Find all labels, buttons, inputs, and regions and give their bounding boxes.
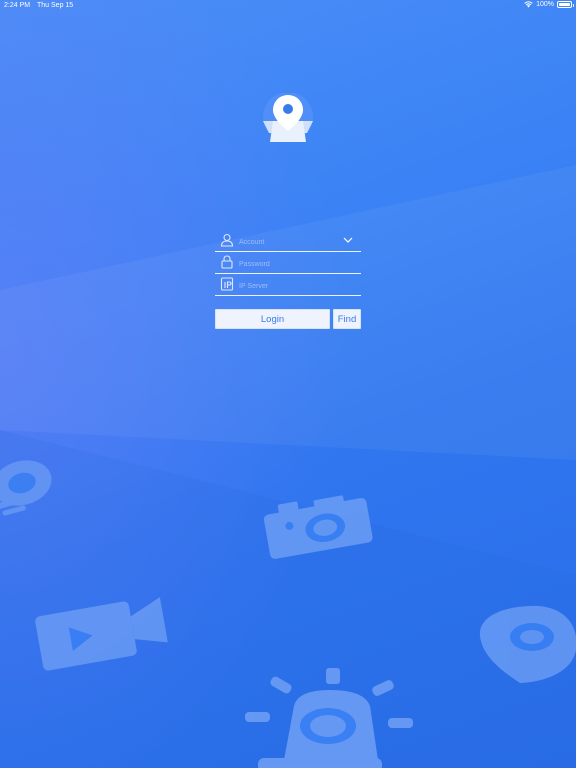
account-field-row [215, 230, 361, 252]
status-date: Thu Sep 15 [37, 2, 74, 9]
find-button[interactable]: Find [333, 309, 361, 329]
action-buttons: Login Find [215, 309, 361, 329]
status-indicators: 100% [524, 1, 574, 8]
microphone-icon [0, 460, 52, 516]
user-icon [220, 233, 234, 247]
ip-icon [220, 277, 234, 291]
location-pin-map-icon [263, 93, 313, 142]
location-pin-icon [479, 605, 576, 683]
alarm-light-icon [245, 668, 413, 768]
video-camera-icon [35, 597, 168, 671]
wifi-icon [524, 1, 533, 8]
ip-server-field-row [215, 274, 361, 296]
password-field-row [215, 252, 361, 274]
ip-server-input[interactable] [239, 280, 339, 292]
battery-icon [557, 1, 574, 8]
camera-icon [263, 495, 373, 559]
status-bar: 2:24 PM Thu Sep 15 100% [0, 0, 576, 12]
account-input[interactable] [239, 236, 339, 248]
lock-icon [221, 255, 233, 269]
chevron-down-icon[interactable] [343, 237, 353, 243]
password-input[interactable] [239, 258, 339, 270]
login-button[interactable]: Login [215, 309, 330, 329]
battery-percentage: 100% [536, 1, 554, 8]
status-time: 2:24 PM [4, 2, 31, 9]
login-form [215, 230, 361, 296]
